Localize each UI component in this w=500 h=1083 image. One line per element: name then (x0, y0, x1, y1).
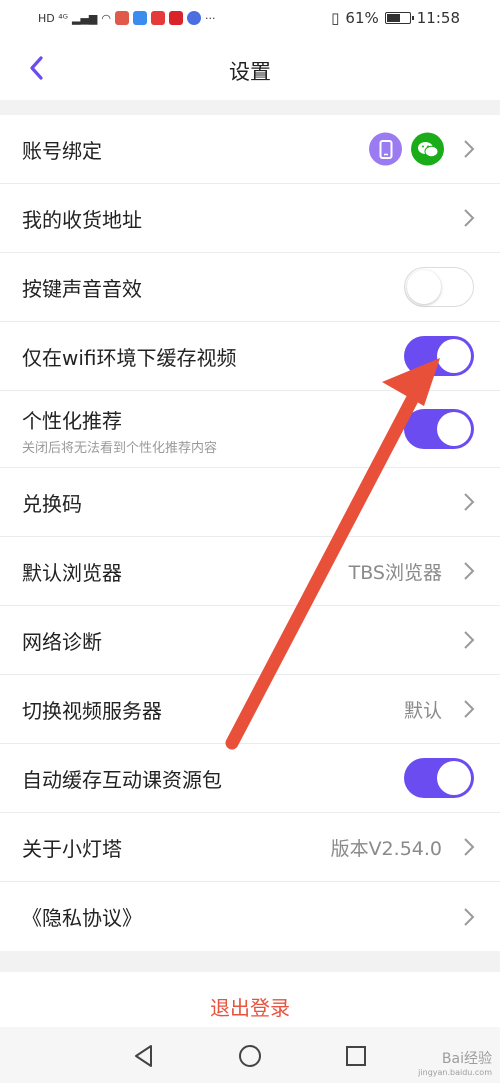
network-diagnosis-row[interactable]: 网络诊断 (0, 606, 500, 675)
section-divider (0, 956, 500, 972)
toggle-knob (437, 412, 471, 446)
system-navigation-bar: Bai经验 jingyan.baidu.com (0, 1027, 500, 1083)
section-divider (0, 100, 500, 115)
row-label: 兑换码 (22, 491, 82, 516)
key-sound-row: 按键声音音效 (0, 253, 500, 322)
nav-home-icon[interactable] (237, 1043, 263, 1069)
row-label: 默认浏览器 (22, 560, 122, 585)
row-value: 版本V2.54.0 (330, 837, 442, 860)
phone-binding-badge[interactable] (369, 132, 402, 166)
watermark-text: Bai经验 (441, 1051, 492, 1067)
toggle-knob (407, 270, 441, 304)
row-label: 账号绑定 (22, 138, 102, 163)
wechat-icon (417, 141, 438, 157)
default-browser-row[interactable]: 默认浏览器 TBS浏览器 (0, 537, 500, 606)
more-icon: ··· (205, 11, 216, 25)
toggle-knob (437, 761, 471, 795)
settings-list: 账号绑定 我的收货地址 按键声音音效 仅在wifi环境下缓存视频 个性化推荐 关… (0, 115, 500, 951)
logout-section: 退出登录 (0, 972, 500, 1027)
auto-cache-toggle[interactable] (404, 758, 474, 798)
account-binding-row[interactable]: 账号绑定 (0, 115, 500, 184)
wifi-icon: ◠ (101, 11, 112, 25)
chevron-right-icon (464, 493, 475, 511)
status-right-icons: ▯ 61% 11:58 (331, 8, 460, 28)
watermark: Bai经验 jingyan.baidu.com (418, 1048, 492, 1077)
row-label: 按键声音音效 (22, 276, 142, 301)
status-left-icons: HD ⁴ᴳ ▂▄▆ ◠ ··· (38, 8, 216, 28)
personalized-recommendation-row: 个性化推荐 关闭后将无法看到个性化推荐内容 (0, 391, 500, 468)
wifi-cache-toggle[interactable] (404, 336, 474, 376)
chevron-right-icon (464, 209, 475, 227)
row-label: 《隐私协议》 (22, 906, 142, 930)
network-type-label: HD ⁴ᴳ (38, 11, 69, 25)
toggle-knob (437, 339, 471, 373)
signal-icon: ▂▄▆ (72, 11, 98, 25)
personalized-recommendation-toggle[interactable] (404, 409, 474, 449)
auto-cache-row: 自动缓存互动课资源包 (0, 744, 500, 813)
app-notification-icon (151, 11, 166, 25)
row-label: 自动缓存互动课资源包 (22, 767, 222, 792)
app-notification-icon (169, 11, 184, 25)
battery-icon (384, 12, 414, 24)
chevron-right-icon (464, 700, 475, 718)
chevron-right-icon (464, 838, 475, 856)
vibrate-icon: ▯ (331, 9, 340, 27)
logout-button[interactable]: 退出登录 (0, 992, 500, 1021)
nav-back-icon[interactable] (131, 1043, 157, 1069)
status-bar: HD ⁴ᴳ ▂▄▆ ◠ ··· ▯ 61% 11:58 (0, 0, 500, 38)
key-sound-toggle[interactable] (404, 267, 474, 307)
video-server-row[interactable]: 切换视频服务器 默认 (0, 675, 500, 744)
chevron-right-icon (464, 631, 475, 649)
shipping-address-row[interactable]: 我的收货地址 (0, 184, 500, 253)
row-label: 切换视频服务器 (22, 698, 162, 723)
row-label: 我的收货地址 (22, 207, 142, 232)
row-label: 仅在wifi环境下缓存视频 (22, 345, 237, 370)
row-label: 网络诊断 (22, 629, 102, 654)
row-label: 个性化推荐 (22, 409, 122, 433)
battery-percent: 61% (345, 9, 379, 27)
nav-recents-icon[interactable] (343, 1043, 369, 1069)
chevron-right-icon (464, 907, 475, 926)
page-title: 设置 (229, 60, 271, 84)
chevron-right-icon (464, 562, 475, 580)
music-app-icon (187, 11, 202, 25)
app-notification-icon (115, 11, 130, 25)
phone-icon (379, 139, 392, 159)
row-value: 默认 (403, 699, 442, 722)
privacy-agreement-row[interactable]: 《隐私协议》 (0, 882, 500, 951)
row-subtitle: 关闭后将无法看到个性化推荐内容 (22, 441, 218, 456)
redeem-code-row[interactable]: 兑换码 (0, 468, 500, 537)
chevron-right-icon (464, 140, 475, 158)
battery-level-fill (386, 14, 400, 22)
watermark-subtext: jingyan.baidu.com (418, 1068, 492, 1077)
header: 设置 (0, 38, 500, 100)
wechat-binding-badge[interactable] (411, 132, 444, 166)
about-row[interactable]: 关于小灯塔 版本V2.54.0 (0, 813, 500, 882)
row-value: TBS浏览器 (348, 561, 442, 584)
cloud-app-icon (133, 11, 148, 25)
wifi-cache-row: 仅在wifi环境下缓存视频 (0, 322, 500, 391)
clock: 11:58 (416, 9, 460, 27)
row-label: 关于小灯塔 (22, 836, 122, 861)
